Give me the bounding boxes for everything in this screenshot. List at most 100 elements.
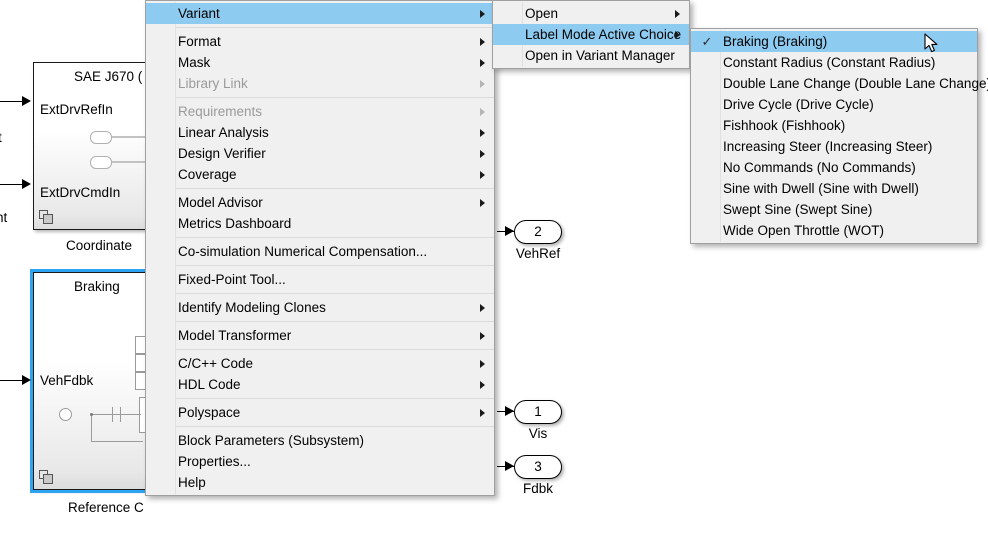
chevron-right-icon [480,108,485,116]
menu-separator [176,293,494,294]
menu-item-label: Coverage [178,167,237,182]
menu-item-label: Properties... [178,454,251,469]
menu-item-label: Metrics Dashboard [178,216,291,231]
menu-item-variant[interactable]: Variant [146,3,494,24]
menu-item-label: Increasing Steer (Increasing Steer) [723,139,932,154]
choice-item-drive-cycle-drive-cycle[interactable]: Drive Cycle (Drive Cycle) [691,94,977,115]
menu-item-fixed-point-tool[interactable]: Fixed-Point Tool... [146,269,494,290]
choice-item-sine-with-dwell-sine-with-dwell[interactable]: Sine with Dwell (Sine with Dwell) [691,178,977,199]
menu-item-polyspace[interactable]: Polyspace [146,402,494,423]
internal-circle-port [59,408,72,421]
menu-item-co-simulation-numerical-compensation[interactable]: Co-simulation Numerical Compensation... [146,241,494,262]
menu-item-label: Requirements [178,104,262,119]
choice-item-swept-sine-swept-sine[interactable]: Swept Sine (Swept Sine) [691,199,977,220]
menu-item-label: HDL Code [178,377,241,392]
chevron-right-icon [480,38,485,46]
menu-item-label: Variant [178,6,220,21]
menu-item-model-transformer[interactable]: Model Transformer [146,325,494,346]
outport-label-vis: Vis [514,426,562,441]
menu-item-label: Label Mode Active Choice [525,27,681,42]
chevron-right-icon [480,80,485,88]
variant-item-open-in-variant-manager[interactable]: Open in Variant Manager [493,45,689,66]
choice-item-fishhook-fishhook[interactable]: Fishhook (Fishhook) [691,115,977,136]
menu-item-mask[interactable]: Mask [146,52,494,73]
menu-item-c-c-code[interactable]: C/C++ Code [146,353,494,374]
outport-fdbk[interactable]: 3 [514,455,562,479]
outport-vehref[interactable]: 2 [514,220,562,244]
chevron-right-icon [480,332,485,340]
chevron-right-icon [480,199,485,207]
menu-item-label: Wide Open Throttle (WOT) [723,223,884,238]
choice-item-constant-radius-constant-radius[interactable]: Constant Radius (Constant Radius) [691,52,977,73]
block-reference-generator[interactable]: Braking VehFdbk [33,272,163,490]
subsystem-icon-1 [39,210,53,224]
menu-separator [176,349,494,350]
check-icon: ✓ [700,31,714,52]
menu-item-label: Linear Analysis [178,125,269,140]
label-mode-active-choice-submenu[interactable]: ✓ Braking (Braking) Constant Radius (Const… [690,28,978,244]
chevron-right-icon [480,150,485,158]
menu-item-label: Model Transformer [178,328,291,343]
menu-item-label: Help [178,475,206,490]
menu-item-block-parameters-subsystem[interactable]: Block Parameters (Subsystem) [146,430,494,451]
menu-items-container: Open Label Mode Active Choice Open in Vari… [493,3,689,66]
internal-line-4 [91,414,92,442]
menu-separator [176,188,494,189]
menu-item-label: Mask [178,55,210,70]
menu-item-design-verifier[interactable]: Design Verifier [146,143,494,164]
choice-item-increasing-steer-increasing-steer[interactable]: Increasing Steer (Increasing Steer) [691,136,977,157]
variant-submenu[interactable]: Open Label Mode Active Choice Open in Vari… [492,0,690,69]
menu-item-properties[interactable]: Properties... [146,451,494,472]
menu-item-label: Polyspace [178,405,240,420]
internal-junction-dot [90,413,93,416]
signal-arrow-1 [22,96,31,106]
chevron-right-icon [480,171,485,179]
menu-item-label: Fixed-Point Tool... [178,272,286,287]
menu-item-help[interactable]: Help [146,472,494,493]
menu-item-label: Double Lane Change (Double Lane Change) [723,76,988,91]
variant-item-open[interactable]: Open [493,3,689,24]
menu-item-metrics-dashboard[interactable]: Metrics Dashboard [146,213,494,234]
slider-knob-1 [90,131,112,144]
menu-item-label: Braking (Braking) [723,34,827,49]
menu-item-format[interactable]: Format [146,31,494,52]
outport-label-fdbk: Fdbk [514,481,562,496]
menu-item-label: Co-simulation Numerical Compensation... [178,244,427,259]
block-coordinate[interactable]: SAE J670 ( ExtDrvRefIn ExtDrvCmdIn [33,62,163,230]
menu-item-linear-analysis[interactable]: Linear Analysis [146,122,494,143]
menu-separator [176,97,494,98]
block-context-menu[interactable]: Variant Format Mask Library Link Requirement… [145,0,495,496]
menu-item-label: No Commands (No Commands) [723,160,916,175]
chevron-right-icon [480,360,485,368]
variant-item-label-mode-active-choice[interactable]: Label Mode Active Choice [493,24,689,45]
signal-arrow-fdbk [505,461,514,471]
chevron-right-icon [675,31,680,39]
chevron-right-icon [480,381,485,389]
menu-items-container: ✓ Braking (Braking) Constant Radius (Const… [691,31,977,241]
choice-item-no-commands-no-commands[interactable]: No Commands (No Commands) [691,157,977,178]
signal-arrow-vis [505,406,514,416]
menu-item-label: Library Link [178,76,248,91]
choice-item-wide-open-throttle-wot[interactable]: Wide Open Throttle (WOT) [691,220,977,241]
menu-item-label: Constant Radius (Constant Radius) [723,55,935,70]
menu-item-hdl-code[interactable]: HDL Code [146,374,494,395]
signal-line-1 [0,101,24,102]
internal-line-5 [91,441,143,442]
menu-separator [176,426,494,427]
choice-item-double-lane-change-double-lane-change[interactable]: Double Lane Change (Double Lane Change) [691,73,977,94]
internal-line-1 [91,414,141,415]
menu-item-label: Sine with Dwell (Sine with Dwell) [723,181,919,196]
menu-item-label: Drive Cycle (Drive Cycle) [723,97,874,112]
internal-line-2 [112,407,113,422]
internal-line-3 [120,407,121,422]
menu-item-identify-modeling-clones[interactable]: Identify Modeling Clones [146,297,494,318]
outport-vis[interactable]: 1 [514,400,562,424]
choice-item-braking-braking[interactable]: ✓ Braking (Braking) [691,31,977,52]
menu-item-coverage[interactable]: Coverage [146,164,494,185]
chevron-right-icon [480,304,485,312]
menu-item-label: Design Verifier [178,146,266,161]
menu-items-container: Variant Format Mask Library Link Requirement… [146,3,494,493]
menu-item-model-advisor[interactable]: Model Advisor [146,192,494,213]
block-reference-generator-caption: Reference C [33,500,288,515]
signal-line-2 [0,184,24,185]
